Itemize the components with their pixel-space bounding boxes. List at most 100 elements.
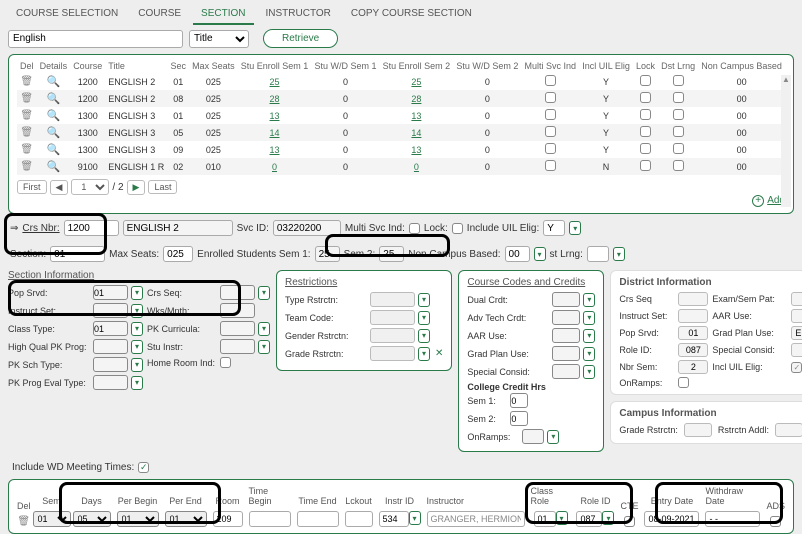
cell-se1[interactable]: 25 — [270, 77, 280, 87]
cell-lock-chk[interactable] — [640, 126, 651, 137]
cell-lock-chk[interactable] — [640, 92, 651, 103]
pksch-input[interactable] — [93, 357, 128, 372]
tab-course[interactable]: COURSE — [130, 4, 189, 25]
cell-se1[interactable]: 13 — [270, 145, 280, 155]
b-lk[interactable] — [345, 511, 373, 527]
onr-input[interactable] — [522, 429, 544, 444]
b-sem[interactable]: 01 — [33, 511, 71, 527]
pkcurr-input[interactable] — [220, 321, 255, 336]
cell-dst-chk[interactable] — [673, 143, 684, 154]
details-icon[interactable]: 🔍 — [47, 161, 61, 173]
cell-se2[interactable]: 13 — [411, 111, 421, 121]
crsnbr-input[interactable] — [64, 220, 119, 236]
b-ed[interactable] — [644, 511, 699, 527]
aar-input[interactable] — [552, 328, 580, 343]
b-days[interactable]: 05 — [73, 511, 111, 527]
cell-dst-chk[interactable] — [673, 160, 684, 171]
cell-se2[interactable]: 28 — [411, 94, 421, 104]
delete-icon[interactable]: 🗑 — [20, 144, 33, 155]
pager-first[interactable]: First — [17, 180, 47, 194]
pksch-dd[interactable] — [131, 358, 143, 372]
grade-input[interactable] — [370, 346, 415, 361]
popsrvd-input[interactable] — [93, 285, 128, 300]
tab-course-selection[interactable]: COURSE SELECTION — [8, 4, 126, 25]
details-icon[interactable]: 🔍 — [47, 93, 61, 105]
hri-checkbox[interactable] — [220, 357, 231, 368]
sc-input[interactable] — [552, 364, 580, 379]
pager-page-select[interactable]: 1 — [71, 179, 109, 195]
cell-se1[interactable]: 0 — [272, 162, 277, 172]
hqpk-input[interactable] — [93, 339, 128, 354]
retrieve-button[interactable]: Retrieve — [263, 29, 338, 48]
wd-checkbox[interactable]: ✓ — [138, 462, 149, 473]
grade-clear-icon[interactable]: ✕ — [435, 348, 443, 359]
cell-msi-chk[interactable] — [545, 126, 556, 137]
stuinstr-input[interactable] — [220, 339, 255, 354]
b-pb[interactable]: 01 — [117, 511, 159, 527]
section-input[interactable] — [50, 246, 105, 262]
dst-dropdown[interactable] — [613, 247, 625, 261]
cell-se2[interactable]: 13 — [411, 145, 421, 155]
pager-next[interactable]: ▶ — [127, 180, 146, 195]
type-input[interactable] — [370, 292, 415, 307]
lock-checkbox[interactable] — [452, 223, 463, 234]
delete-icon[interactable]: 🗑 — [20, 93, 33, 104]
delete-icon[interactable]: 🗑 — [20, 161, 33, 172]
instrset-dd[interactable] — [131, 304, 143, 318]
dual-dd[interactable] — [583, 293, 595, 307]
b-pe[interactable]: 01 — [165, 511, 207, 527]
table-row[interactable]: 🗑🔍1300ENGLISH 309025130130Y00 — [17, 141, 785, 158]
gender-input[interactable] — [370, 328, 415, 343]
pkprog-dd[interactable] — [131, 376, 143, 390]
team-input[interactable] — [370, 310, 415, 325]
delete-icon[interactable]: 🗑 — [20, 76, 33, 87]
subject-input[interactable] — [8, 30, 183, 48]
b-cr-dd[interactable] — [556, 511, 568, 525]
maxseats-input[interactable] — [163, 246, 193, 262]
cell-msi-chk[interactable] — [545, 75, 556, 86]
s2-input[interactable] — [510, 411, 528, 426]
delete-icon[interactable]: 🗑 — [20, 110, 33, 121]
classtype-input[interactable] — [93, 321, 128, 336]
adv-dd[interactable] — [583, 311, 595, 325]
ncb-input[interactable] — [505, 246, 530, 262]
b-te[interactable] — [297, 511, 339, 527]
tab-copy-course-section[interactable]: COPY COURSE SECTION — [343, 4, 480, 25]
grid-scrollbar[interactable]: ▲ — [781, 75, 791, 207]
table-row[interactable]: 🗑🔍1200ENGLISH 201025250250Y00 — [17, 73, 785, 90]
adv-input[interactable] — [552, 310, 580, 325]
grade-dd[interactable] — [418, 347, 430, 361]
pkprog-input[interactable] — [93, 375, 128, 390]
dst-input[interactable] — [587, 246, 609, 262]
details-icon[interactable]: 🔍 — [47, 110, 61, 122]
wksmnth-input[interactable] — [220, 303, 255, 318]
onr-dd[interactable] — [547, 430, 559, 444]
details-icon[interactable]: 🔍 — [47, 76, 61, 88]
table-row[interactable]: 🗑🔍1300ENGLISH 305025140140Y00 — [17, 124, 785, 141]
msi-checkbox[interactable] — [409, 223, 420, 234]
cell-dst-chk[interactable] — [673, 75, 684, 86]
details-icon[interactable]: 🔍 — [47, 144, 61, 156]
b-del[interactable]: 🗑 — [17, 516, 30, 527]
cell-lock-chk[interactable] — [640, 160, 651, 171]
b-rid[interactable] — [576, 511, 602, 527]
popsrvd-dd[interactable] — [131, 286, 143, 300]
crsseq-input[interactable] — [220, 285, 255, 300]
tab-section[interactable]: SECTION — [193, 4, 253, 25]
title-select[interactable]: Title — [189, 30, 249, 48]
table-row[interactable]: 🗑🔍9100ENGLISH 1 R020100000N00 — [17, 158, 785, 175]
details-icon[interactable]: 🔍 — [47, 127, 61, 139]
pager-prev[interactable]: ◀ — [50, 180, 69, 195]
gpu-dd[interactable] — [583, 347, 595, 361]
instrset-input[interactable] — [93, 303, 128, 318]
uil-dropdown[interactable] — [569, 221, 581, 235]
pkcurr-dd[interactable] — [258, 322, 270, 336]
b-tb[interactable] — [249, 511, 291, 527]
b-rid-dd[interactable] — [602, 511, 614, 525]
cell-se2[interactable]: 25 — [411, 77, 421, 87]
s1-input[interactable] — [510, 393, 528, 408]
stuinstr-dd[interactable] — [258, 340, 270, 354]
cell-msi-chk[interactable] — [545, 109, 556, 120]
b-ads[interactable] — [770, 516, 781, 527]
cell-lock-chk[interactable] — [640, 143, 651, 154]
